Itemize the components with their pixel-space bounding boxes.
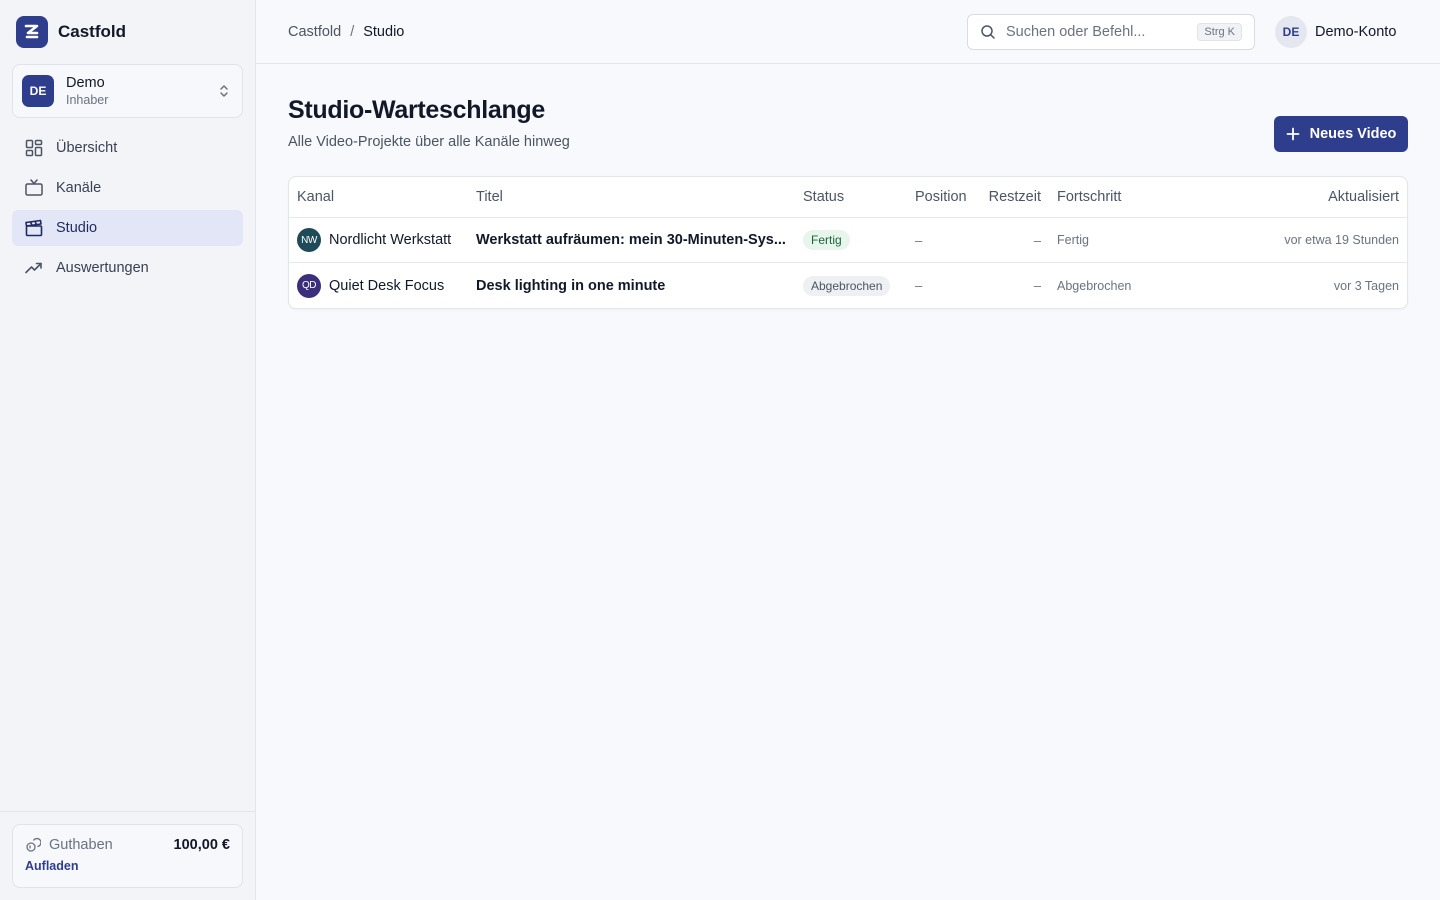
column-header-restzeit[interactable]: Restzeit <box>989 177 1041 217</box>
search-shortcut-badge: Strg K <box>1197 23 1242 41</box>
account-name: Demo-Konto <box>1315 24 1397 40</box>
column-header-position[interactable]: Position <box>915 177 967 217</box>
channel-avatar: QD <box>297 273 321 298</box>
table-row[interactable]: NW Nordlicht Werkstatt Werkstatt aufräum… <box>289 218 1407 263</box>
column-header-status[interactable]: Status <box>803 177 844 217</box>
breadcrumb-current: Studio <box>363 24 405 40</box>
plus-icon <box>1286 127 1300 141</box>
breadcrumb: Castfold / Studio <box>288 0 404 64</box>
search-placeholder: Suchen oder Befehl... <box>1006 24 1146 40</box>
restzeit-value: – <box>1033 232 1041 248</box>
credit-card: Guthaben 100,00 € Aufladen <box>12 824 243 888</box>
trending-up-icon <box>24 258 44 278</box>
topup-link[interactable]: Aufladen <box>25 859 78 873</box>
page-title: Studio-Warteschlange <box>288 96 545 124</box>
status-badge: Abgebrochen <box>803 275 891 296</box>
updated-value: vor etwa 19 Stunden <box>1284 233 1399 247</box>
avatar: DE <box>1275 16 1307 48</box>
credit-amount: 100,00 € <box>173 837 230 853</box>
breadcrumb-separator: / <box>350 24 355 40</box>
channel-avatar: NW <box>297 228 321 252</box>
workspace-name: Demo <box>66 75 105 91</box>
sidebar-item-label: Auswertungen <box>56 260 149 276</box>
sidebar-nav: Übersicht Kanäle Studio Auswertungen <box>12 130 243 290</box>
video-title-link[interactable]: Werkstatt aufräumen: mein 30-Minuten-Sys… <box>476 232 786 248</box>
sidebar-item-label: Studio <box>56 220 98 236</box>
search-icon <box>981 25 995 39</box>
table-header: Kanal Titel Status Position Restzeit For… <box>289 177 1407 218</box>
coins-icon <box>26 837 41 852</box>
brand[interactable]: Castfold <box>16 16 126 48</box>
sidebar: Castfold DE Demo Inhaber Übersicht Kanäl… <box>0 0 256 900</box>
grid-icon <box>24 138 44 158</box>
chevrons-up-down-icon <box>220 85 228 97</box>
workspace-avatar: DE <box>22 75 54 107</box>
new-video-label: Neues Video <box>1309 126 1397 142</box>
brand-name: Castfold <box>58 22 126 41</box>
topbar: Castfold / Studio Suchen oder Befehl... … <box>256 0 1440 64</box>
sidebar-item-uebersicht[interactable]: Übersicht <box>12 130 243 166</box>
status-cell: Abgebrochen <box>803 263 891 308</box>
title-cell: Werkstatt aufräumen: mein 30-Minuten-Sys… <box>476 218 786 262</box>
channel-name: Nordlicht Werkstatt <box>329 232 452 248</box>
sidebar-item-studio[interactable]: Studio <box>12 210 243 246</box>
title-cell: Desk lighting in one minute <box>476 263 665 308</box>
credit-label: Guthaben <box>49 837 113 853</box>
breadcrumb-root[interactable]: Castfold <box>288 24 341 40</box>
column-header-fortschritt[interactable]: Fortschritt <box>1057 177 1121 217</box>
sidebar-item-auswertungen[interactable]: Auswertungen <box>12 250 243 286</box>
new-video-button[interactable]: Neues Video <box>1274 116 1408 152</box>
sidebar-item-kanaele[interactable]: Kanäle <box>12 170 243 206</box>
column-header-aktualisiert[interactable]: Aktualisiert <box>1328 177 1399 217</box>
sidebar-divider <box>0 811 255 812</box>
status-cell: Fertig <box>803 218 850 262</box>
clapperboard-icon <box>24 218 44 238</box>
workspace-role: Inhaber <box>66 93 109 107</box>
channel-name: Quiet Desk Focus <box>329 277 445 294</box>
column-header-kanal[interactable]: Kanal <box>297 177 334 217</box>
studio-queue-table: Kanal Titel Status Position Restzeit For… <box>288 176 1408 309</box>
progress-value: Fertig <box>1057 233 1089 247</box>
position-value: – <box>915 278 923 293</box>
position-value: – <box>915 232 923 248</box>
account-menu[interactable]: DE Demo-Konto <box>1275 16 1396 48</box>
channel-cell: NW Nordlicht Werkstatt <box>297 218 451 262</box>
table-row[interactable]: QD Quiet Desk Focus Desk lighting in one… <box>289 263 1407 308</box>
video-title-link[interactable]: Desk lighting in one minute <box>476 278 665 294</box>
page-subtitle: Alle Video-Projekte über alle Kanäle hin… <box>288 134 570 150</box>
progress-value: Abgebrochen <box>1057 278 1132 293</box>
status-badge: Fertig <box>803 230 850 250</box>
sidebar-item-label: Übersicht <box>56 140 118 156</box>
channel-cell: QD Quiet Desk Focus <box>297 263 444 308</box>
sidebar-item-label: Kanäle <box>56 180 102 196</box>
castfold-logo-icon <box>16 16 48 48</box>
workspace-switcher[interactable]: DE Demo Inhaber <box>12 64 243 118</box>
column-header-titel[interactable]: Titel <box>476 177 503 217</box>
restzeit-value: – <box>1033 278 1041 293</box>
updated-value: vor 3 Tagen <box>1333 278 1399 293</box>
search-input[interactable]: Suchen oder Befehl... Strg K <box>967 14 1255 50</box>
tv-icon <box>24 178 44 198</box>
